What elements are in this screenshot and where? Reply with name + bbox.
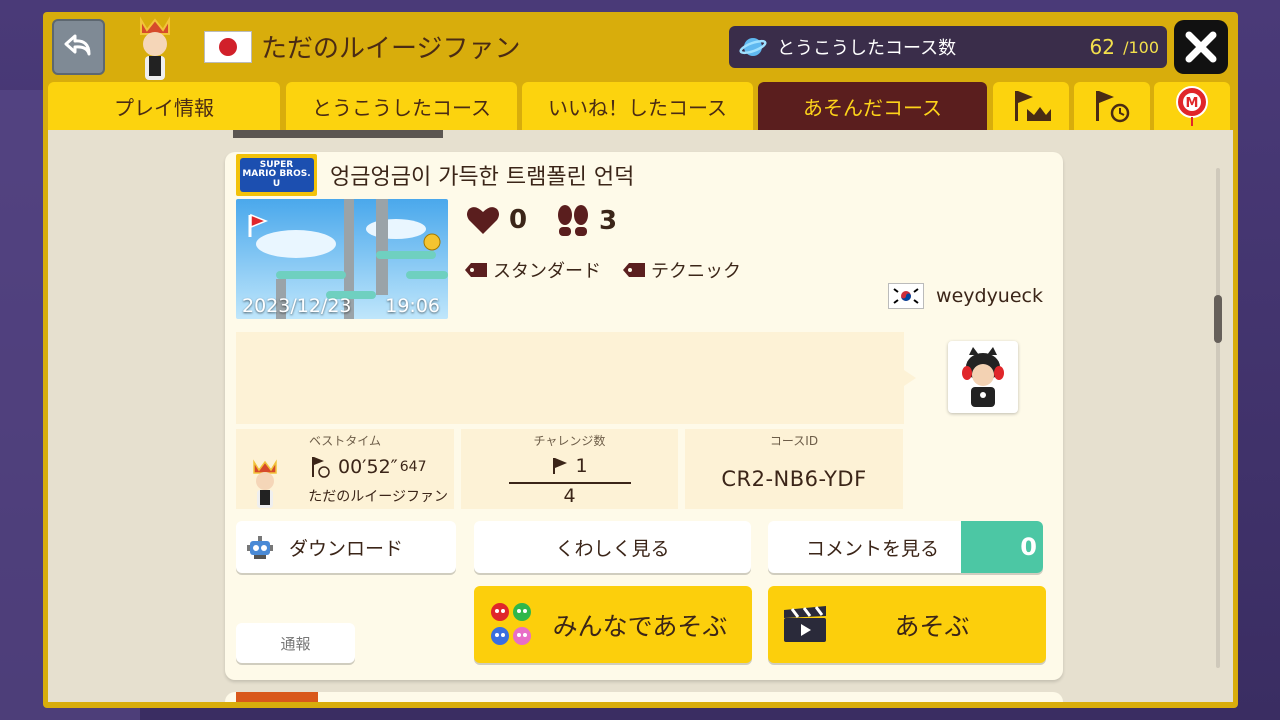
course-thumbnail[interactable]: 2023/12/23 19:06 — [236, 199, 448, 319]
details-button[interactable]: くわしく見る — [474, 521, 751, 573]
flag-clock-icon — [1096, 91, 1130, 123]
best-time-main: 00′52″ — [338, 456, 398, 478]
close-icon — [1185, 31, 1217, 63]
comments-button[interactable]: コメントを見る 0 — [768, 521, 1043, 573]
comments-label: コメントを見る — [806, 537, 940, 560]
creator-info[interactable]: weydyueck — [888, 283, 1043, 309]
robot-icon — [247, 536, 273, 559]
flag-clock-icon — [312, 457, 330, 478]
tag-technique: テクニック — [623, 257, 741, 283]
creator-avatar[interactable] — [948, 341, 1018, 413]
tag-label: スタンダード — [493, 261, 601, 282]
tab-played-courses[interactable]: あそんだコース — [758, 82, 987, 130]
course-description — [236, 332, 916, 424]
tag-label: テクニック — [651, 261, 741, 282]
best-time-holder: ただのルイージファン — [308, 489, 448, 505]
best-time-ms: 647 — [399, 459, 427, 475]
download-label: ダウンロード — [288, 537, 403, 560]
multiplayer-label: みんなであそぶ — [552, 611, 728, 641]
clears-value: 1 — [461, 455, 678, 477]
likes-stat: 0 — [465, 204, 527, 236]
profile-window: ただのルイージファン とうこうしたコース数 62 /100 プレイ情報 とうこう… — [43, 12, 1238, 708]
course-card: SUPER MARIO BROS. U 엉금엉금이 가득한 트램폴린 언덕 20… — [225, 152, 1063, 680]
play-label: あそぶ — [894, 611, 970, 641]
uploaded-label: とうこうしたコース数 — [777, 38, 957, 59]
best-time-box: ベストタイム 00′52″ 647 ただのルイージファン — [236, 429, 454, 509]
player-name: ただのルイージファン — [261, 34, 521, 64]
back-arrow-icon — [64, 34, 90, 56]
challenge-label: チャレンジ数 — [533, 434, 606, 448]
played-date: 2023/12/23 — [242, 295, 352, 317]
play-button[interactable]: あそぶ — [768, 586, 1046, 663]
tag-icon — [623, 263, 645, 277]
course-title: 엉금엉금이 가득한 트램폴린 언덕 — [330, 165, 635, 190]
best-time-avatar — [248, 459, 282, 509]
korea-flag-icon — [888, 283, 925, 309]
top-bar: ただのルイージファン とうこうしたコース数 62 /100 — [43, 12, 1238, 82]
footprints-icon — [558, 205, 588, 236]
multiplayer-icon — [491, 603, 531, 645]
course-list-panel[interactable]: SUPER MARIO BROS. U 엉금엉금이 가득한 트램폴린 언덕 20… — [48, 130, 1233, 702]
likes-count: 0 — [509, 205, 528, 235]
tab-medals[interactable]: M — [1154, 82, 1230, 130]
course-id-value: CR2-NB6-YDF — [721, 467, 867, 491]
creator-name: weydyueck — [936, 285, 1043, 307]
tag-icon — [465, 263, 487, 277]
best-time-label: ベストタイム — [308, 434, 381, 448]
plays-stat: 3 — [555, 204, 617, 238]
clapperboard-icon — [784, 606, 826, 642]
comment-count: 0 — [961, 521, 1043, 573]
game-style-logo: SUPER MARIO BROS. U — [236, 154, 317, 196]
next-course-card — [225, 692, 1063, 702]
uploaded-max: /100 — [1123, 38, 1159, 57]
download-button[interactable]: ダウンロード — [236, 521, 456, 573]
tab-liked-courses[interactable]: いいね！したコース — [522, 82, 753, 130]
tab-first-clears[interactable] — [993, 82, 1069, 130]
previous-card-edge — [233, 130, 443, 138]
close-button[interactable] — [1174, 20, 1228, 74]
tag-standard: スタンダード — [465, 257, 601, 283]
report-button[interactable]: 通報 — [236, 623, 355, 663]
back-button[interactable] — [52, 19, 105, 75]
svg-text:M: M — [1186, 96, 1199, 111]
uploaded-count: 62 — [1089, 35, 1115, 59]
player-avatar — [131, 16, 179, 82]
plays-count: 3 — [599, 206, 618, 236]
tab-bar: プレイ情報 とうこうしたコース いいね！したコース あそんだコース M — [43, 82, 1238, 130]
clears-count: 1 — [575, 455, 588, 477]
multiplayer-button[interactable]: みんなであそぶ — [474, 586, 752, 663]
played-time: 19:06 — [385, 295, 440, 317]
heart-icon — [467, 207, 499, 234]
course-id-label: コースID — [769, 434, 819, 448]
uploaded-courses-counter: とうこうしたコース数 62 /100 — [729, 26, 1167, 68]
tab-world-records[interactable] — [1074, 82, 1150, 130]
planet-icon — [739, 38, 767, 56]
best-time-value: 00′52″ 647 — [310, 456, 427, 478]
tab-play-info[interactable]: プレイ情報 — [48, 82, 280, 130]
japan-flag-icon — [204, 31, 252, 63]
attempts-count: 4 — [563, 485, 576, 507]
challenge-box: チャレンジ数 1 4 — [461, 429, 678, 509]
mario-balloon-icon: M — [1176, 86, 1208, 126]
course-id-box: コースID CR2-NB6-YDF — [685, 429, 903, 509]
tab-uploaded-courses[interactable]: とうこうしたコース — [286, 82, 517, 130]
flag-icon — [553, 458, 568, 474]
scrollbar-track[interactable] — [1216, 168, 1220, 668]
flag-crown-icon — [1015, 91, 1051, 121]
scrollbar-thumb[interactable] — [1214, 295, 1222, 343]
fraction-line — [509, 482, 631, 484]
